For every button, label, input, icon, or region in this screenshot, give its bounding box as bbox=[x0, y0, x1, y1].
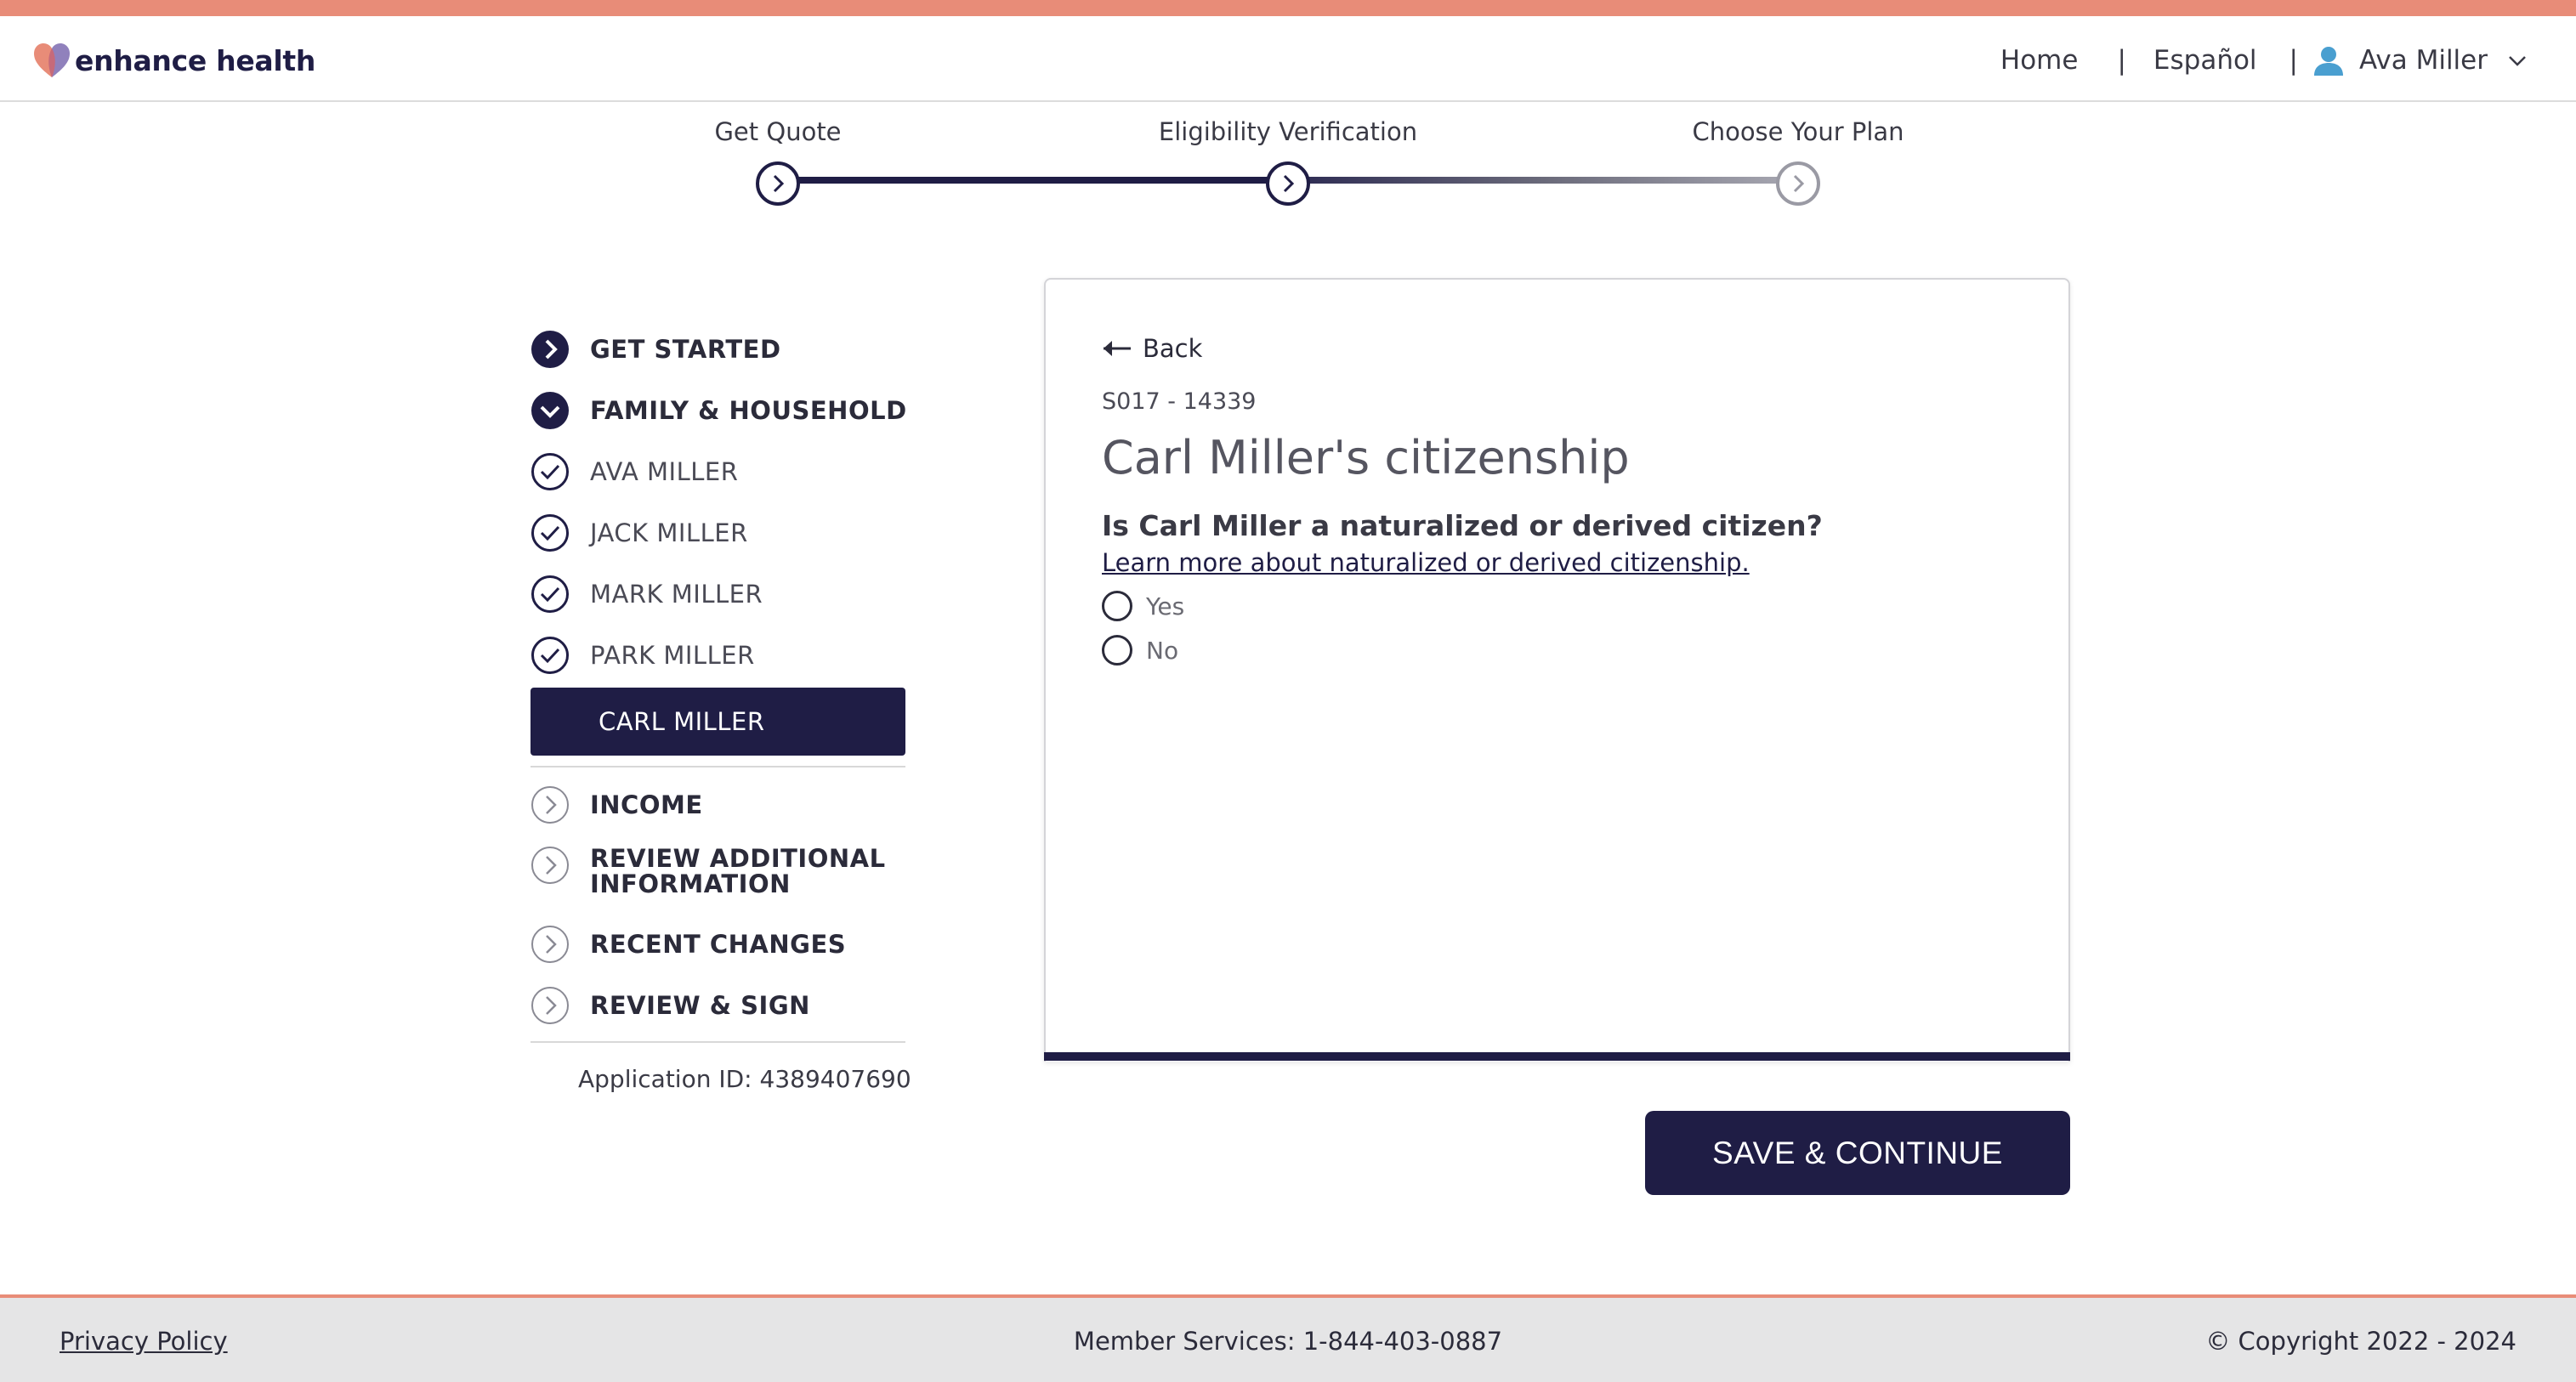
back-label: Back bbox=[1143, 334, 1203, 363]
check-circle-icon bbox=[531, 637, 569, 674]
heart-logo-icon bbox=[34, 43, 70, 77]
sidebar-item-mark-miller[interactable]: MARK MILLER bbox=[531, 564, 922, 625]
check-circle-icon bbox=[531, 514, 569, 552]
sidebar-item-label-line: INFORMATION bbox=[590, 869, 791, 898]
step-label-eligibility: Eligibility Verification bbox=[1158, 117, 1418, 146]
sidebar-item-label: JACK MILLER bbox=[590, 518, 748, 547]
chevron-down-filled-icon bbox=[531, 392, 569, 429]
step-label-choose-plan: Choose Your Plan bbox=[1692, 117, 1904, 146]
step-label-get-quote: Get Quote bbox=[714, 117, 842, 146]
sidebar-item-label: REVIEW ADDITIONAL INFORMATION bbox=[590, 846, 886, 897]
header-nav: Home | Español | Ava Miller bbox=[2000, 43, 2528, 77]
sidebar-item-carl-miller-active[interactable]: CARL MILLER bbox=[531, 688, 905, 756]
step-connector-complete bbox=[778, 177, 1288, 184]
sidebar-item-label: AVA MILLER bbox=[590, 457, 739, 486]
brand-logo[interactable]: enhance health bbox=[32, 42, 315, 79]
site-footer: Privacy Policy Member Services: 1-844-40… bbox=[0, 1294, 2576, 1382]
page-title: Carl Miller's citizenship bbox=[1102, 431, 1630, 484]
application-sidebar: GET STARTED FAMILY & HOUSEHOLD AVA MILLE… bbox=[531, 319, 922, 1093]
sidebar-item-recent-changes[interactable]: RECENT CHANGES bbox=[531, 914, 922, 975]
sidebar-item-ava-miller[interactable]: AVA MILLER bbox=[531, 441, 922, 502]
step-complete-icon bbox=[756, 161, 800, 206]
save-continue-button[interactable]: SAVE & CONTINUE bbox=[1645, 1111, 2070, 1195]
language-link[interactable]: Español bbox=[2153, 45, 2257, 76]
sidebar-item-label-line: REVIEW ADDITIONAL bbox=[590, 844, 886, 873]
sidebar-item-jack-miller[interactable]: JACK MILLER bbox=[531, 502, 922, 564]
back-link[interactable]: Back bbox=[1102, 334, 1202, 363]
copyright: © Copyright 2022 - 2024 bbox=[2205, 1327, 2516, 1356]
sidebar-item-label: FAMILY & HOUSEHOLD bbox=[590, 396, 907, 425]
radio-circle[interactable] bbox=[1102, 591, 1132, 621]
nav-separator: | bbox=[2117, 45, 2126, 76]
citizenship-card: Back S017 - 14339 Carl Miller's citizens… bbox=[1044, 278, 2070, 1062]
top-accent-bar bbox=[0, 0, 2576, 16]
chevron-right-outline-icon bbox=[531, 847, 569, 884]
sidebar-item-label: INCOME bbox=[590, 790, 703, 819]
brand-name: enhance health bbox=[75, 43, 316, 77]
radio-label: No bbox=[1146, 636, 1179, 665]
site-header: enhance health Home | Español | Ava Mill… bbox=[0, 16, 2576, 102]
step-current-icon bbox=[1266, 161, 1310, 206]
radio-yes[interactable]: Yes bbox=[1102, 591, 1184, 621]
sidebar-item-review-additional-information[interactable]: REVIEW ADDITIONAL INFORMATION bbox=[531, 835, 922, 924]
check-circle-icon bbox=[531, 453, 569, 490]
step-upcoming-icon bbox=[1776, 161, 1820, 206]
application-id: Application ID: 4389407690 bbox=[578, 1065, 911, 1093]
sidebar-item-family-household[interactable]: FAMILY & HOUSEHOLD bbox=[531, 380, 922, 441]
sidebar-item-income[interactable]: INCOME bbox=[531, 774, 922, 835]
chevron-right-outline-icon bbox=[531, 926, 569, 963]
citizenship-question: Is Carl Miller a naturalized or derived … bbox=[1102, 509, 1823, 542]
radio-no[interactable]: No bbox=[1102, 635, 1178, 666]
chevron-down-icon[interactable] bbox=[2506, 49, 2528, 71]
sidebar-item-label: GET STARTED bbox=[590, 335, 781, 364]
sidebar-item-label: MARK MILLER bbox=[590, 580, 763, 609]
sidebar-item-label: PARK MILLER bbox=[590, 641, 755, 670]
form-code: S017 - 14339 bbox=[1102, 388, 1257, 415]
chevron-right-filled-icon bbox=[531, 331, 569, 368]
check-circle-icon bbox=[531, 575, 569, 613]
radio-label: Yes bbox=[1146, 592, 1185, 620]
sidebar-item-get-started[interactable]: GET STARTED bbox=[531, 319, 922, 380]
radio-circle[interactable] bbox=[1102, 635, 1132, 666]
member-services: Member Services: 1-844-403-0887 bbox=[1073, 1327, 1503, 1356]
sidebar-item-label: RECENT CHANGES bbox=[590, 930, 847, 959]
sidebar-item-park-miller[interactable]: PARK MILLER bbox=[531, 625, 922, 686]
sidebar-divider bbox=[531, 1041, 905, 1043]
step-connector-upcoming bbox=[1288, 177, 1798, 184]
privacy-policy-link[interactable]: Privacy Policy bbox=[60, 1327, 228, 1356]
sidebar-divider bbox=[531, 766, 905, 767]
user-icon[interactable] bbox=[2312, 43, 2346, 77]
progress-stepper: Get Quote Eligibility Verification Choos… bbox=[0, 102, 2576, 221]
learn-more-link[interactable]: Learn more about naturalized or derived … bbox=[1102, 548, 1750, 577]
sidebar-item-label: REVIEW & SIGN bbox=[590, 991, 810, 1020]
sidebar-item-review-sign[interactable]: REVIEW & SIGN bbox=[531, 975, 922, 1036]
user-menu[interactable]: Ava Miller bbox=[2359, 45, 2488, 76]
arrow-left-icon bbox=[1104, 341, 1131, 356]
nav-separator: | bbox=[2289, 45, 2298, 76]
chevron-right-outline-icon bbox=[531, 786, 569, 824]
card-bottom-accent bbox=[1044, 1052, 2070, 1061]
chevron-right-outline-icon bbox=[531, 987, 569, 1024]
home-link[interactable]: Home bbox=[2000, 45, 2079, 76]
